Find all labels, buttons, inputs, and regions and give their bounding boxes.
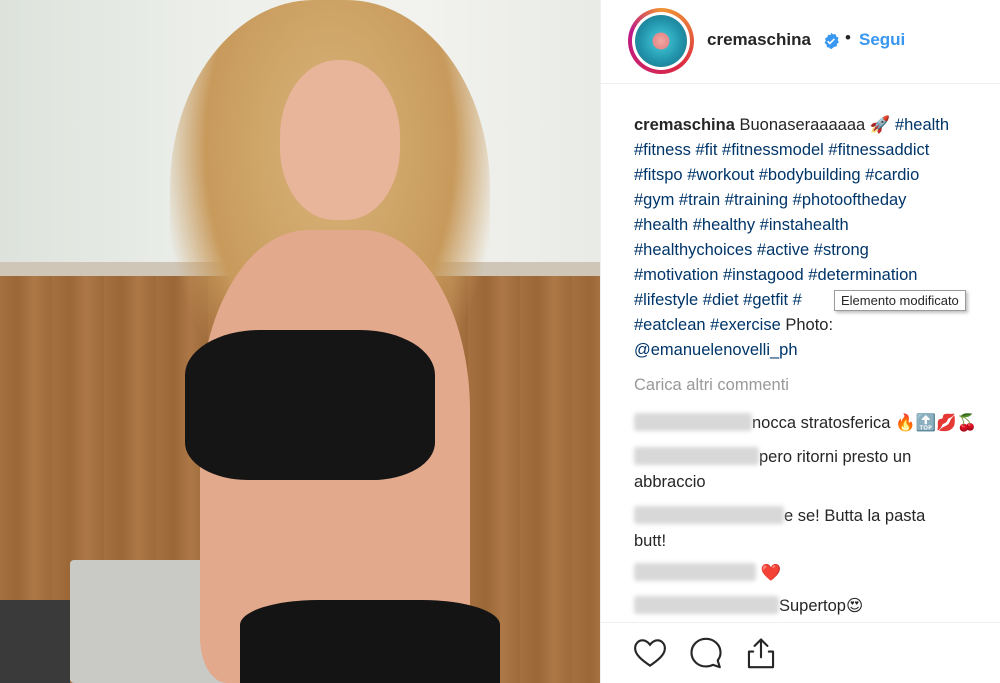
avatar[interactable] bbox=[628, 8, 694, 74]
load-more-comments[interactable]: Carica altri commenti bbox=[634, 376, 789, 395]
comment: ❤️ bbox=[634, 561, 994, 586]
rocket-emoji: 🚀 bbox=[869, 116, 891, 134]
comment-text: e se! Butta la pasta bbox=[784, 507, 926, 525]
background-chair bbox=[0, 600, 70, 683]
comment-username-blurred[interactable] bbox=[634, 563, 756, 581]
share-icon[interactable] bbox=[744, 636, 778, 670]
edited-tooltip: Elemento modificato bbox=[834, 290, 966, 311]
header-separator: • bbox=[845, 28, 851, 47]
caption-username[interactable]: cremaschina bbox=[634, 116, 735, 134]
post-header: cremaschina • Segui bbox=[601, 0, 1000, 84]
comment-icon[interactable] bbox=[689, 636, 723, 670]
comment-username-blurred[interactable] bbox=[634, 506, 784, 524]
comment: nocca stratosferica 🔥🔝💋🍒 bbox=[634, 411, 994, 436]
comment: pero ritorni presto un abbraccio bbox=[634, 445, 994, 495]
actions-divider bbox=[601, 622, 1000, 623]
heart-icon[interactable] bbox=[633, 636, 667, 670]
hashtag-line[interactable]: #health #healthy #instahealth bbox=[634, 216, 849, 234]
hashtag-line[interactable]: #fitness #fit #fitnessmodel #fitnessaddi… bbox=[634, 141, 929, 159]
photo-subject bbox=[140, 0, 520, 683]
post-username[interactable]: cremaschina bbox=[707, 30, 811, 50]
post-caption: cremaschina Buonaseraaaaaa 🚀 #health #fi… bbox=[634, 113, 994, 363]
subject-top bbox=[185, 330, 435, 480]
hashtag-line[interactable]: #healthychoices #active #strong bbox=[634, 241, 869, 259]
comment-text: nocca stratosferica bbox=[752, 414, 891, 432]
comment-text-continued: butt! bbox=[634, 532, 667, 550]
comment: e se! Butta la pasta butt! bbox=[634, 504, 994, 554]
photo-credit-label: Photo: bbox=[785, 316, 834, 334]
verified-badge-icon bbox=[824, 32, 839, 50]
comment-username-blurred[interactable] bbox=[634, 447, 759, 465]
hashtag-line[interactable]: #health bbox=[895, 116, 949, 134]
hashtag-line[interactable]: #fitspo #workout #bodybuilding #cardio bbox=[634, 166, 919, 184]
comment: Supertop😍 bbox=[634, 594, 994, 619]
comment-username-blurred[interactable] bbox=[634, 413, 752, 431]
comment-emojis: ❤️ bbox=[760, 564, 782, 582]
avatar-image bbox=[635, 15, 687, 67]
post-side-panel: cremaschina • Segui cremaschina Buonaser… bbox=[600, 0, 1000, 683]
hashtag-line[interactable]: #motivation #instagood #determination bbox=[634, 266, 917, 284]
hashtag-line[interactable]: #gym #train #training #photooftheday bbox=[634, 191, 906, 209]
post-photo[interactable] bbox=[0, 0, 600, 683]
subject-face bbox=[280, 60, 400, 220]
comment-text: Supertop bbox=[779, 597, 846, 615]
comment-username-blurred[interactable] bbox=[634, 596, 779, 614]
hashtag-line[interactable]: #eatclean #exercise bbox=[634, 316, 781, 334]
comment-text: pero ritorni presto un bbox=[759, 448, 912, 466]
caption-text: Buonaseraaaaaa bbox=[739, 116, 866, 134]
subject-bottom bbox=[240, 600, 500, 683]
comment-text-continued: abbraccio bbox=[634, 473, 706, 491]
hashtag-line[interactable]: #lifestyle #diet #getfit # bbox=[634, 291, 802, 309]
follow-button[interactable]: Segui bbox=[859, 30, 905, 50]
comment-emojis: 😍 bbox=[845, 597, 864, 615]
comment-emojis: 🔥🔝💋🍒 bbox=[895, 414, 978, 432]
photographer-mention[interactable]: @emanuelenovelli_ph bbox=[634, 341, 798, 359]
